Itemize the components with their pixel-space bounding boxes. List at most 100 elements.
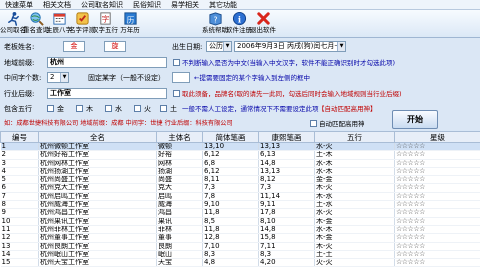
no-chinese-check-checkbox[interactable]: [173, 59, 180, 66]
cell-wuxing: 木-金: [314, 233, 395, 243]
cell-wuxing: 木-火: [314, 242, 395, 251]
cell-stars: ☆☆☆☆☆: [394, 167, 480, 177]
given-name-input[interactable]: 旋: [104, 41, 126, 52]
cell-stars: ☆☆☆☆☆: [394, 183, 480, 193]
cell-main-name: 网林: [156, 159, 203, 168]
char-count-select[interactable]: 2 ▼: [47, 72, 69, 83]
cell-simplified-strokes: 8,5: [202, 217, 259, 226]
fixed-char-input[interactable]: [172, 72, 190, 83]
cell-index: 11: [0, 225, 39, 235]
wuxing-tu-checkbox[interactable]: [160, 105, 167, 112]
column-header[interactable]: 全名: [38, 131, 157, 143]
wuxing-huo-checkbox[interactable]: [134, 105, 141, 112]
column-header[interactable]: 康熙笔画: [258, 131, 315, 143]
boss-name-label: 老板姓名:: [4, 43, 35, 51]
table-row[interactable]: 10 杭州果讯工作室 果讯 8,5 8,10 木-金 ☆☆☆☆☆: [0, 217, 480, 226]
tool-label: 退出软件: [250, 26, 276, 34]
cell-main-name: 启鸣: [156, 192, 203, 202]
cell-main-name: 果讯: [156, 217, 203, 226]
column-header[interactable]: 主体名: [156, 131, 203, 143]
exit-button[interactable]: 退出软件: [250, 11, 276, 37]
cell-index: 13: [0, 242, 39, 251]
start-button[interactable]: 开始: [392, 110, 438, 129]
brand-name-checkbox[interactable]: [173, 90, 180, 97]
cell-wuxing: 水-木: [314, 167, 395, 177]
cell-stars: ☆☆☆☆☆: [394, 150, 480, 160]
wuxing-shui-checkbox[interactable]: [105, 105, 112, 112]
results-table: 编号 全名 主体名 简体笔画 康熙笔画 五行 星级 1 杭州微顿工作室 微顿 13,1…: [0, 131, 480, 270]
cell-wuxing: 火-火: [314, 258, 395, 268]
column-header[interactable]: 简体笔画: [202, 131, 259, 143]
cell-index: 14: [0, 250, 39, 260]
industry-input[interactable]: 工作室: [47, 88, 167, 99]
wuxing-mu-checkbox[interactable]: [76, 105, 83, 112]
wuxing-tu-label: 土: [170, 105, 177, 113]
calendar-type-select[interactable]: 公历 ▼: [206, 41, 232, 52]
cell-full-name: 杭州尚盛工作室: [38, 175, 157, 185]
region-input[interactable]: 杭州: [47, 57, 167, 68]
surname-input[interactable]: 金: [63, 41, 85, 52]
cell-simplified-strokes: 8,3: [202, 250, 259, 260]
menu-docs[interactable]: 相关文档: [38, 0, 76, 10]
evaluate-icon: [75, 12, 89, 25]
table-row[interactable]: 11 杭州菲林工作室 菲林 11,8 14,8 水-木 ☆☆☆☆☆: [0, 225, 480, 235]
column-header[interactable]: 五行: [314, 131, 395, 143]
cell-stars: ☆☆☆☆☆: [394, 192, 480, 202]
menu-other[interactable]: 其它功能: [204, 0, 242, 10]
table-row[interactable]: 8 杭州威海工作室 威海 9,10 9,11 土-水 ☆☆☆☆☆: [0, 200, 480, 210]
cell-index: 12: [0, 233, 39, 243]
table-row[interactable]: 3 杭州网林工作室 网林 6,8 14,8 水-木 ☆☆☆☆☆: [0, 159, 480, 168]
cell-main-name: 好裕: [156, 150, 203, 160]
column-header[interactable]: 编号: [0, 131, 39, 143]
table-row[interactable]: 1 杭州微顿工作室 微顿 13,10 13,13 水-火 ☆☆☆☆☆: [0, 142, 480, 152]
fixed-char-label: 固定某字（一般不设定）: [88, 74, 165, 82]
table-row[interactable]: 6 杭州克大工作室 克大 7,3 7,3 木-火 ☆☆☆☆☆: [0, 183, 480, 193]
cell-kangxi-strokes: 9,11: [258, 200, 315, 210]
menu-yixue[interactable]: 易学相关: [166, 0, 204, 10]
menu-quick[interactable]: 快速菜单: [0, 0, 38, 10]
exit-icon: [256, 12, 270, 25]
menu-naming-knowledge[interactable]: 公司取名知识: [76, 0, 128, 10]
auto-match-checkbox[interactable]: [310, 120, 317, 127]
svg-text:历: 历: [126, 15, 134, 24]
table-row[interactable]: 14 杭州岷山工作室 岷山 8,3 8,3 土-土 ☆☆☆☆☆: [0, 250, 480, 260]
table-row[interactable]: 9 杭州鸿昌工作室 鸿昌 11,8 17,8 水-火 ☆☆☆☆☆: [0, 208, 480, 218]
cell-index: 5: [0, 175, 39, 185]
table-row[interactable]: 5 杭州尚盛工作室 尚盛 8,11 8,12 金-金 ☆☆☆☆☆: [0, 175, 480, 185]
cell-kangxi-strokes: 4,20: [258, 258, 315, 268]
cell-main-name: 扬湖: [156, 167, 203, 177]
cell-wuxing: 水-火: [314, 208, 395, 218]
almanac-icon: 历: [123, 12, 137, 25]
chevron-down-icon: ▼: [60, 73, 68, 82]
almanac-button[interactable]: 历 万年历: [119, 11, 141, 37]
wuxing-mu-label: 木: [86, 105, 93, 113]
column-header[interactable]: 星级: [394, 131, 480, 143]
table-row[interactable]: 15 杭州天宝工作室 天宝 4,8 4,20 火-火 ☆☆☆☆☆: [0, 258, 480, 268]
cell-index: 15: [0, 258, 39, 268]
table-row[interactable]: 13 杭州良朗工作室 良朗 7,10 7,11 木-火 ☆☆☆☆☆: [0, 242, 480, 251]
cell-full-name: 杭州启鸣工作室: [38, 192, 157, 202]
cell-wuxing: 木-火: [314, 183, 395, 193]
table-row[interactable]: 2 杭州好裕工作室 好裕 6,12 6,13 土-木 ☆☆☆☆☆: [0, 150, 480, 160]
cell-simplified-strokes: 6,8: [202, 159, 259, 168]
cell-main-name: 菲林: [156, 225, 203, 235]
table-row[interactable]: 12 杭州董事工作室 董事 12,8 15,8 木-金 ☆☆☆☆☆: [0, 233, 480, 243]
wuxing-huo-label: 火: [144, 105, 151, 113]
table-row[interactable]: 7 杭州启鸣工作室 启鸣 7,8 11,14 木-水 ☆☆☆☆☆: [0, 192, 480, 202]
cell-main-name: 岷山: [156, 250, 203, 260]
cell-simplified-strokes: 12,8: [202, 233, 259, 243]
cell-kangxi-strokes: 8,3: [258, 250, 315, 260]
cell-wuxing: 土-木: [314, 150, 395, 160]
cell-full-name: 杭州好裕工作室: [38, 150, 157, 160]
cell-simplified-strokes: 7,8: [202, 192, 259, 202]
birth-date-input[interactable]: 2006年9月3日 丙戌(狗)闰七月十一 ▼: [234, 41, 346, 52]
char-count-label: 中间字个数:: [4, 74, 42, 82]
auto-config-link[interactable]: 【自动匹配高用神】: [318, 104, 377, 114]
table-row[interactable]: 4 杭州扬湖工作室 扬湖 6,12 13,13 水-木 ☆☆☆☆☆: [0, 167, 480, 177]
cell-index: 1: [0, 142, 39, 152]
region-label: 地域前缀:: [4, 59, 35, 67]
cell-kangxi-strokes: 11,14: [258, 192, 315, 202]
menu-folk-knowledge[interactable]: 民俗知识: [128, 0, 166, 10]
wuxing-jin-checkbox[interactable]: [47, 105, 54, 112]
cell-wuxing: 水-木: [314, 159, 395, 168]
